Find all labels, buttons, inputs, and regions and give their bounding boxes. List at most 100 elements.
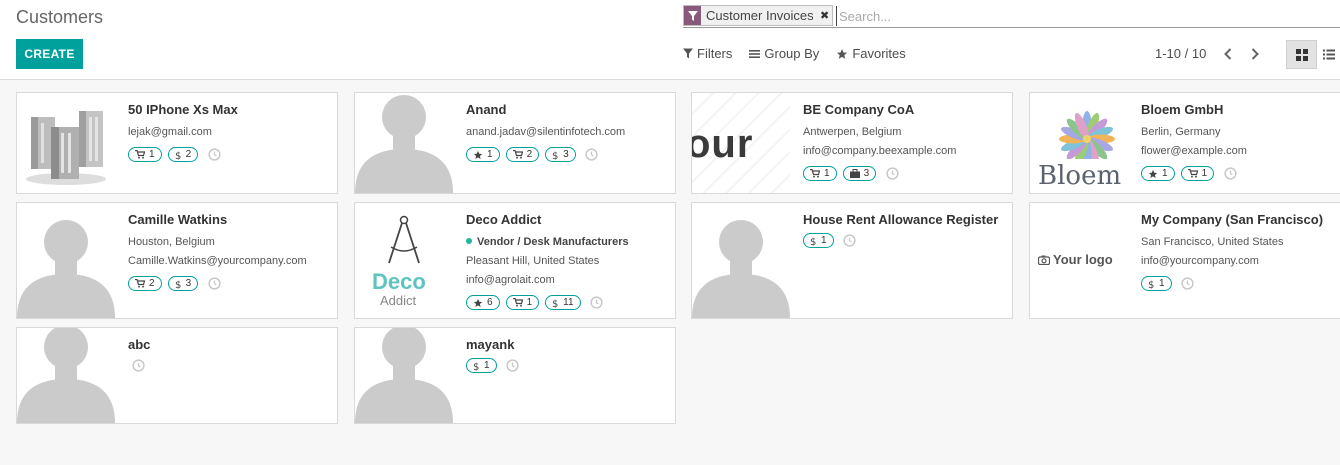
badge-row: 11: [1141, 166, 1340, 181]
create-button[interactable]: CREATE: [16, 39, 83, 69]
favorites-label: Favorites: [852, 46, 906, 61]
clock-icon[interactable]: [131, 358, 145, 372]
clock-icon[interactable]: [1223, 167, 1237, 181]
stat-badge[interactable]: 1: [128, 147, 162, 162]
partner-detail: info@company.beexample.com: [803, 145, 957, 157]
group-by-label: Group By: [764, 46, 820, 61]
star-icon: [837, 48, 848, 59]
stat-badge[interactable]: $2: [167, 147, 199, 162]
svg-text:$: $: [473, 362, 479, 371]
search-input[interactable]: [836, 6, 1316, 26]
stat-badge[interactable]: $1: [466, 358, 497, 373]
stat-badge[interactable]: 2: [505, 147, 540, 162]
partner-card[interactable]: our BE Company CoA Antwerpen, Belgium info@…: [691, 92, 1013, 194]
badge-value: 1: [484, 359, 490, 371]
svg-text:$: $: [175, 280, 181, 289]
facet-label: Customer Invoices: [706, 8, 814, 23]
partner-card[interactable]: Bloem Bloem GmbH Berlin, Germany flower@exa…: [1029, 92, 1340, 194]
clock-icon[interactable]: [590, 296, 604, 310]
list-icon: [1322, 49, 1335, 60]
category-label: Vendor / Desk Manufacturers: [477, 236, 629, 248]
search-options: Filters Group By Favorites: [683, 46, 906, 61]
partner-image: [692, 203, 790, 318]
partner-card[interactable]: Deco Addict Deco Addict Vendor / Desk Manuf…: [354, 202, 676, 319]
filters-button[interactable]: Filters: [683, 46, 732, 61]
cart-icon: [1187, 169, 1198, 178]
clock-icon[interactable]: [843, 234, 857, 248]
favorites-button[interactable]: Favorites: [836, 46, 906, 61]
partner-name: 50 IPhone Xs Max: [128, 102, 238, 117]
partner-image: [355, 328, 453, 423]
stat-badge[interactable]: $1: [1141, 276, 1172, 291]
clock-icon[interactable]: [1181, 277, 1195, 291]
partner-detail: Camille.Watkins@yourcompany.com: [128, 255, 307, 267]
badge-row: 1 2 $3: [466, 147, 669, 162]
logo-text: Your logo: [1053, 252, 1113, 267]
partner-card[interactable]: House Rent Allowance Register $1: [691, 202, 1013, 319]
card-body: Deco Addict Vendor / Desk Manufacturers Pl…: [466, 212, 669, 310]
stat-badge[interactable]: $3: [545, 147, 576, 162]
kanban-view-button[interactable]: [1286, 40, 1317, 69]
stat-badge[interactable]: 1: [1180, 166, 1215, 181]
stat-badge[interactable]: $11: [545, 295, 581, 310]
camera-icon: [1038, 255, 1050, 265]
clock-icon[interactable]: [207, 277, 221, 291]
breadcrumb[interactable]: Customers: [16, 7, 103, 28]
dollar-icon: $: [1148, 279, 1155, 289]
svg-text:$: $: [552, 151, 558, 160]
stat-badge[interactable]: $1: [803, 233, 834, 248]
stat-badge[interactable]: 1: [1141, 166, 1175, 181]
badge-value: 1: [1201, 167, 1208, 179]
clock-icon[interactable]: [885, 167, 899, 181]
partner-detail: flower@example.com: [1141, 145, 1247, 157]
partner-name: My Company (San Francisco): [1141, 212, 1324, 227]
star-icon: [1148, 169, 1158, 179]
partner-card[interactable]: Your logo My Company (San Francisco) San F…: [1029, 202, 1340, 319]
stat-badge[interactable]: 6: [466, 295, 500, 310]
clock-icon[interactable]: [506, 359, 520, 373]
logo-text: Deco: [372, 269, 426, 294]
partner-detail: Pleasant Hill, United States: [466, 255, 600, 267]
clock-icon[interactable]: [207, 148, 221, 162]
partner-card[interactable]: Anand anand.jadav@silentinfotech.com 1 2 $3: [354, 92, 676, 194]
stat-badge[interactable]: 1: [803, 166, 837, 181]
stat-badge[interactable]: 3: [842, 166, 877, 181]
facet-remove-icon[interactable]: ✖: [818, 6, 832, 25]
briefcase-icon: [849, 169, 860, 178]
partner-card[interactable]: mayank $1: [354, 327, 676, 424]
partner-image: Deco Addict: [355, 203, 453, 318]
badge-row: $1: [466, 358, 669, 373]
partner-image: Bloem: [1030, 93, 1128, 193]
group-by-button[interactable]: Group By: [749, 46, 819, 61]
list-view-button[interactable]: [1317, 40, 1340, 69]
partner-card[interactable]: abc: [16, 327, 338, 424]
partner-card[interactable]: Camille Watkins Houston, Belgium Camille.W…: [16, 202, 338, 319]
filter-icon: [683, 48, 693, 59]
badge-row: 1 $2: [128, 147, 331, 162]
card-body: Camille Watkins Houston, Belgium Camille.W…: [128, 212, 331, 291]
svg-text:$: $: [1148, 280, 1154, 289]
partner-card[interactable]: 50 IPhone Xs Max lejak@gmail.com 1 $2: [16, 92, 338, 194]
logo-text: Bloem: [1038, 161, 1122, 191]
dollar-icon: $: [175, 150, 182, 160]
partner-image: our: [692, 93, 790, 193]
partner-image: Your logo: [1030, 203, 1128, 318]
stat-badge[interactable]: $3: [167, 276, 199, 291]
card-body: abc: [128, 337, 331, 372]
filter-icon: [684, 6, 701, 25]
badge-row: 2 $3: [128, 276, 331, 291]
dollar-icon: $: [175, 279, 182, 289]
chevron-right-icon[interactable]: [1248, 44, 1262, 64]
chevron-left-icon[interactable]: [1221, 44, 1235, 64]
badge-value: 1: [1159, 277, 1165, 289]
pager-value[interactable]: 1-10 / 10: [1155, 46, 1206, 61]
dollar-icon: $: [552, 298, 559, 308]
stat-badge[interactable]: 1: [505, 295, 540, 310]
stat-badge[interactable]: 1: [466, 147, 500, 162]
dollar-icon: $: [810, 236, 817, 246]
partner-name: mayank: [466, 337, 515, 352]
clock-icon[interactable]: [585, 148, 599, 162]
stat-badge[interactable]: 2: [128, 276, 162, 291]
grid-icon: [1295, 48, 1308, 61]
partner-detail: San Francisco, United States: [1141, 236, 1284, 248]
